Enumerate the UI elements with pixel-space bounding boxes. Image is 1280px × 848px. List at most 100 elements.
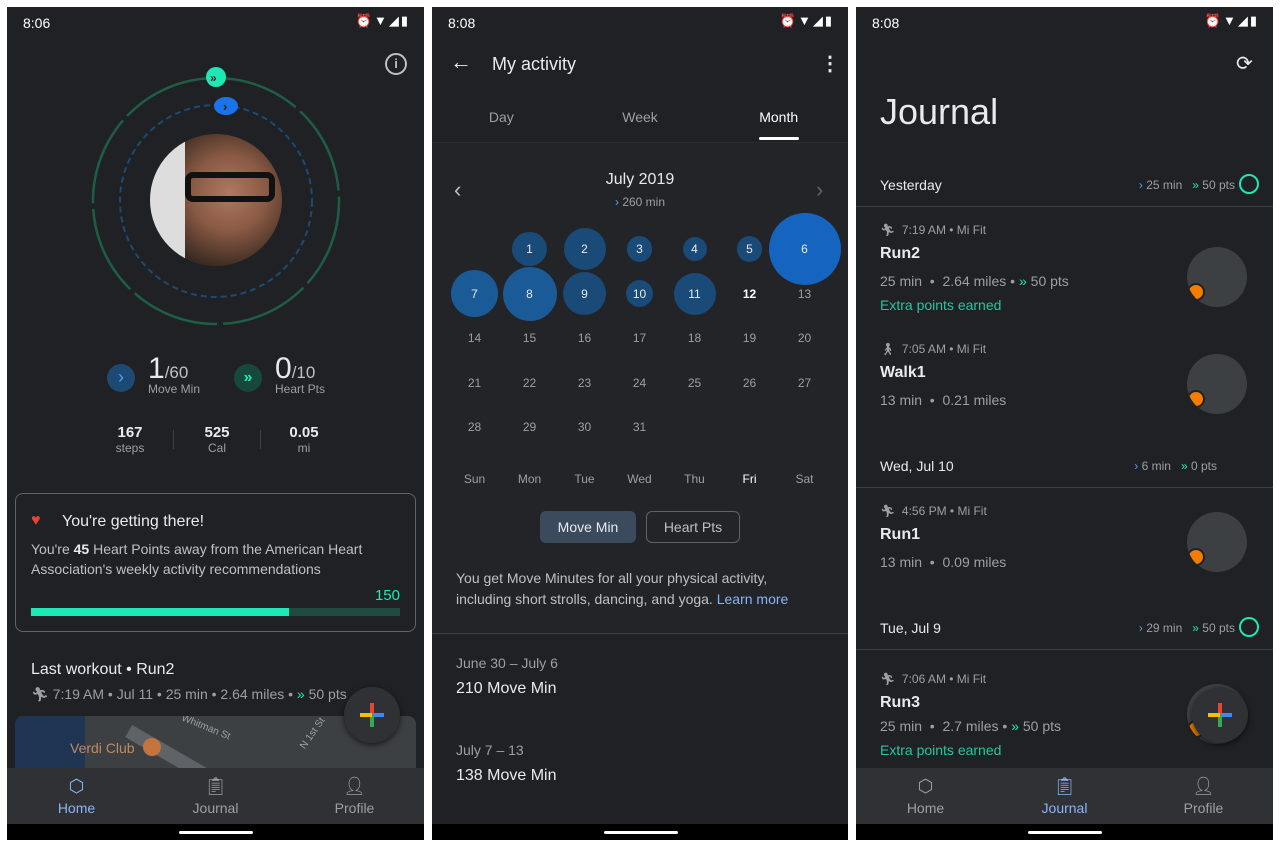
calendar-day[interactable]: 6: [768, 213, 841, 285]
calendar-day[interactable]: 2: [557, 227, 612, 271]
calendar-day[interactable]: 31: [612, 405, 667, 449]
info-icon[interactable]: i: [385, 53, 407, 75]
stat-value: 525: [204, 424, 230, 441]
gesture-bar[interactable]: [856, 824, 1273, 840]
nav-profile[interactable]: 👤︎ Profile: [1134, 768, 1273, 824]
day-number: 17: [632, 331, 647, 345]
stat-value: 167: [117, 424, 143, 441]
calendar-day[interactable]: 1: [502, 227, 557, 271]
nav-journal[interactable]: 📋︎ Journal: [146, 768, 285, 824]
calendar-day[interactable]: 21: [447, 361, 502, 405]
tab-week[interactable]: Week: [571, 99, 710, 142]
entry-name: Run3: [880, 694, 920, 711]
day-number: 22: [522, 375, 537, 390]
calendar-day[interactable]: 24: [612, 361, 667, 405]
tab-day[interactable]: Day: [432, 99, 571, 142]
entry-stats: 25 min • 2.64 miles • » 50 pts: [880, 273, 1069, 289]
calendar-day[interactable]: 11: [667, 272, 722, 316]
toggle-move-min[interactable]: Move Min: [540, 511, 636, 543]
weekday-label: Mon: [517, 472, 542, 486]
calendar-day[interactable]: 30: [557, 405, 612, 449]
heart-goal-card[interactable]: ♥ You're getting there! You're 45 Heart …: [15, 493, 416, 632]
calendar-day[interactable]: 18: [667, 316, 722, 360]
avatar[interactable]: [150, 134, 282, 266]
status-time: 8:08: [872, 15, 900, 31]
more-vert-icon[interactable]: ⋮: [820, 51, 840, 76]
entry-stats: 13 min • 0.21 miles: [880, 392, 1007, 408]
day-number: 20: [797, 331, 812, 345]
last-workout-details: 🏃︎ 7:19 AM • Jul 11 • 25 min • 2.64 mile…: [31, 686, 347, 703]
calendar-day[interactable]: 12: [722, 272, 777, 316]
nav-journal[interactable]: 📋︎ Journal: [995, 768, 1134, 824]
toggle-heart-pts[interactable]: Heart Pts: [646, 511, 740, 543]
last-workout-title[interactable]: Last workout • Run2: [31, 661, 174, 679]
sync-icon[interactable]: ⟳: [1236, 51, 1253, 76]
calendar-day[interactable]: 13: [777, 272, 832, 316]
status-icons: ⏰▼◢▮: [1204, 13, 1259, 28]
calendar-day[interactable]: 22: [502, 361, 557, 405]
week-summary[interactable]: July 7 – 13 138 Move Min: [456, 742, 557, 785]
card-text: You're 45 Heart Points away from the Ame…: [31, 539, 401, 579]
entry-stats: 13 min • 0.09 miles: [880, 554, 1007, 570]
calendar-day[interactable]: 16: [557, 316, 612, 360]
calendar-day[interactable]: 20: [777, 316, 832, 360]
calendar-day[interactable]: 3: [612, 227, 667, 271]
weekday-label: Sat: [795, 472, 814, 486]
tab-label: Month: [759, 109, 799, 125]
heart-pts-icon: »: [296, 686, 309, 702]
calendar-day[interactable]: 8: [502, 266, 557, 321]
clipboard-icon: 📋︎: [204, 776, 227, 796]
day-number: 19: [742, 331, 757, 345]
calendar-day[interactable]: 4: [667, 227, 722, 271]
calendar-day[interactable]: 19: [722, 316, 777, 360]
day-number: 10: [632, 286, 647, 301]
nav-home[interactable]: ⬡ Home: [856, 768, 995, 824]
meta-text: 4:56 PM • Mi Fit: [901, 504, 987, 518]
mi-fit-badge: [1187, 548, 1205, 566]
calendar-day[interactable]: 10: [612, 272, 667, 316]
run-icon: 🏃︎: [31, 686, 53, 702]
entry-meta: 🚶︎ 7:05 AM • Mi Fit: [880, 342, 986, 356]
nav-home[interactable]: ⬡ Home: [7, 768, 146, 824]
calendar-day[interactable]: 15: [502, 316, 557, 360]
divider: [432, 633, 848, 634]
person-icon: 👤︎: [343, 776, 366, 796]
calendar-day[interactable]: 14: [447, 316, 502, 360]
back-arrow-icon[interactable]: ←: [450, 49, 472, 75]
day-min: 25 min: [1146, 178, 1183, 192]
page-title: Journal: [880, 91, 999, 132]
street-label: Whitman St: [179, 716, 232, 743]
add-button[interactable]: [344, 687, 400, 743]
bar-pin-icon: [143, 738, 161, 756]
status-bar: 8:08 ⏰▼◢▮: [432, 7, 848, 37]
week-total: 138 Move Min: [456, 767, 557, 784]
calendar-day[interactable]: 28: [447, 405, 502, 449]
learn-more-link[interactable]: Learn more: [717, 591, 789, 607]
weekday-label: Sun: [463, 472, 486, 486]
status-time: 8:06: [23, 15, 51, 31]
bottom-nav: ⬡ Home 📋︎ Journal 👤︎ Profile: [856, 768, 1273, 824]
calendar-day[interactable]: 17: [612, 316, 667, 360]
gesture-bar[interactable]: [432, 824, 848, 840]
gesture-bar[interactable]: [7, 824, 424, 840]
week-summary[interactable]: June 30 – July 6 210 Move Min: [456, 655, 558, 698]
nav-profile[interactable]: 👤︎ Profile: [285, 768, 424, 824]
svg-text:»: »: [210, 71, 217, 85]
weekday-label: Wed: [627, 472, 652, 486]
day-number: 2: [581, 242, 588, 256]
calendar-day[interactable]: 26: [722, 361, 777, 405]
day-ring-icon: [1239, 174, 1259, 194]
calendar-day[interactable]: 7: [447, 270, 502, 317]
calendar-day[interactable]: 25: [667, 361, 722, 405]
day-number: 13: [797, 286, 812, 301]
day-number: 3: [636, 242, 643, 256]
add-button[interactable]: [1192, 687, 1248, 743]
status-icons: ⏰▼◢▮: [779, 13, 834, 28]
day-number: 28: [467, 420, 482, 434]
calendar-day[interactable]: 23: [557, 361, 612, 405]
card-goal: 150: [374, 587, 400, 604]
calendar-day[interactable]: 27: [777, 361, 832, 405]
tab-month[interactable]: Month: [709, 99, 848, 142]
calendar-day[interactable]: 29: [502, 405, 557, 449]
calendar-day[interactable]: 9: [557, 271, 612, 316]
